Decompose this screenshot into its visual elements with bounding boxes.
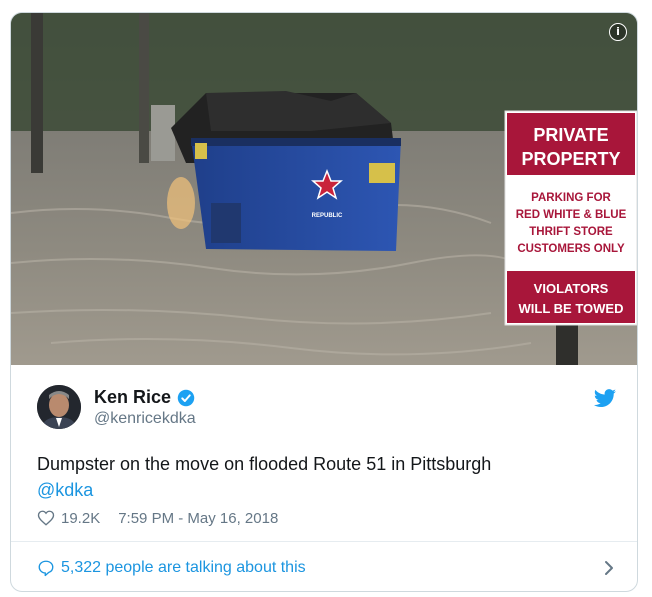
sign-body-line4: CUSTOMERS ONLY [517,243,625,255]
like-count[interactable]: 19.2K [61,510,100,527]
tweet-photo[interactable]: REPUBLIC PRIVATE PROPERTY PARKING FOR RE… [11,13,637,365]
sign-title-line1: PRIVATE [533,125,608,145]
verified-badge-icon [177,389,195,406]
tweet-body: Dumpster on the move on flooded Route 51… [37,454,492,474]
embedded-tweet-card[interactable]: REPUBLIC PRIVATE PROPERTY PARKING FOR RE… [10,12,638,592]
mention-link[interactable]: @kdka [37,477,617,503]
sign-body-line1: PARKING FOR [531,192,611,204]
flood-scene: REPUBLIC PRIVATE PROPERTY PARKING FOR RE… [11,13,637,365]
divider [11,541,637,542]
author-handle[interactable]: @kenricekdka [94,410,196,428]
dumpster: REPUBLIC [171,91,401,251]
sign-title-line2: PROPERTY [521,149,620,169]
author-name-row[interactable]: Ken Rice [94,387,195,408]
tweet-text: Dumpster on the move on flooded Route 51… [37,451,617,503]
avatar[interactable] [37,385,81,429]
sign-body-line3: THRIFT STORE [529,226,613,238]
dumpster-label: REPUBLIC [312,213,343,219]
sign-footer-line1: VIOLATORS [534,281,609,296]
twitter-bird-icon[interactable] [593,389,617,409]
tweet-header: Ken Rice @kenricekdka [37,385,617,433]
speech-bubble-icon [38,560,54,577]
conversation-text[interactable]: 5,322 people are talking about this [61,559,306,577]
heart-icon[interactable] [37,509,55,527]
chevron-right-icon[interactable] [603,559,615,577]
conversation-link[interactable]: 5,322 people are talking about this [37,553,615,583]
private-property-sign: PRIVATE PROPERTY PARKING FOR RED WHITE &… [504,110,637,326]
author-name[interactable]: Ken Rice [94,387,171,408]
sign-body-line2: RED WHITE & BLUE [516,209,627,221]
sign-footer-line2: WILL BE TOWED [519,301,624,316]
info-icon[interactable]: i [609,23,627,41]
timestamp[interactable]: 7:59 PM - May 16, 2018 [118,510,278,527]
tweet-meta: 19.2K 7:59 PM - May 16, 2018 [37,509,278,527]
